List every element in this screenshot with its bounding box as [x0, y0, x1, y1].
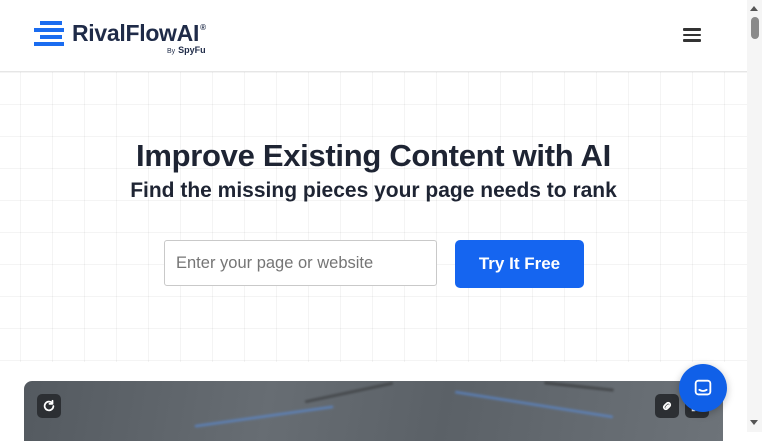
page-title: Improve Existing Content with AI — [136, 138, 611, 173]
url-input[interactable] — [164, 240, 437, 286]
registered-mark: ® — [200, 23, 206, 32]
scroll-thumb[interactable] — [751, 17, 759, 39]
scroll-down-icon[interactable] — [750, 420, 758, 425]
logo[interactable]: RivalFlowAI® By SpyFu — [34, 20, 206, 55]
hamburger-menu-icon[interactable] — [683, 28, 701, 44]
by-spyfu: By SpyFu — [72, 45, 206, 56]
by-company: SpyFu — [178, 45, 206, 55]
site-header: RivalFlowAI® By SpyFu — [0, 0, 747, 72]
try-it-free-button[interactable]: Try It Free — [455, 240, 584, 288]
hero-section: Improve Existing Content with AI Find th… — [0, 72, 747, 362]
product-preview — [24, 381, 723, 441]
scrollbar[interactable] — [747, 0, 762, 432]
brand-name: RivalFlowAI® — [72, 20, 206, 46]
page-subtitle: Find the missing pieces your page needs … — [130, 179, 617, 202]
logo-text: RivalFlowAI® By SpyFu — [72, 20, 206, 56]
refresh-icon[interactable] — [37, 394, 61, 418]
rivalflow-logo-icon — [34, 21, 64, 46]
by-label: By — [166, 48, 176, 55]
scroll-up-icon[interactable] — [750, 6, 758, 11]
link-icon[interactable] — [655, 394, 679, 418]
chat-bubble-icon[interactable] — [679, 364, 727, 412]
